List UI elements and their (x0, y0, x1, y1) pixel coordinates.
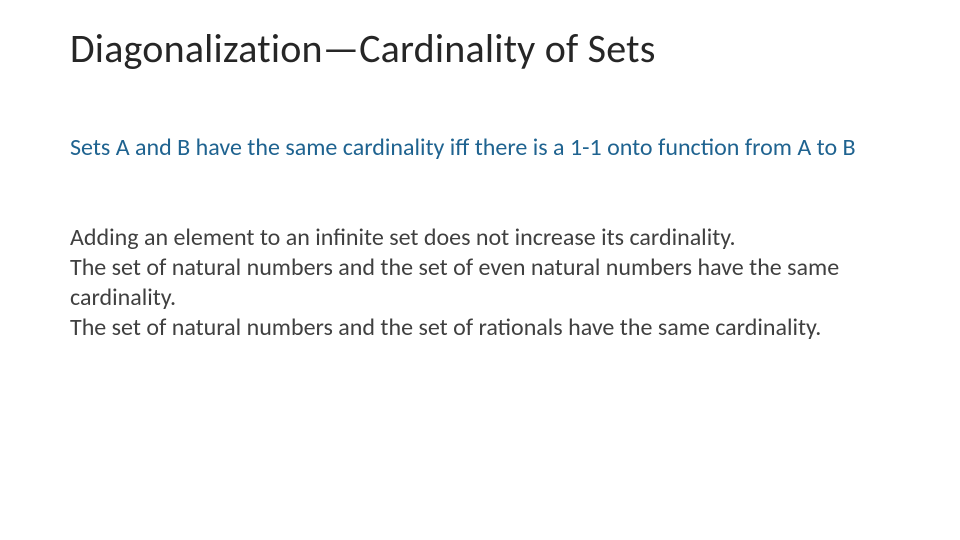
body-paragraph-3: The set of natural numbers and the set o… (70, 313, 890, 343)
body-text: Adding an element to an infinite set doe… (70, 223, 890, 343)
definition-text: Sets A and B have the same cardinality i… (70, 133, 890, 163)
body-paragraph-2: The set of natural numbers and the set o… (70, 253, 890, 313)
slide-title: Diagonalization—Cardinality of Sets (70, 24, 890, 73)
body-paragraph-1: Adding an element to an infinite set doe… (70, 223, 890, 253)
slide: Diagonalization—Cardinality of Sets Sets… (0, 0, 960, 540)
